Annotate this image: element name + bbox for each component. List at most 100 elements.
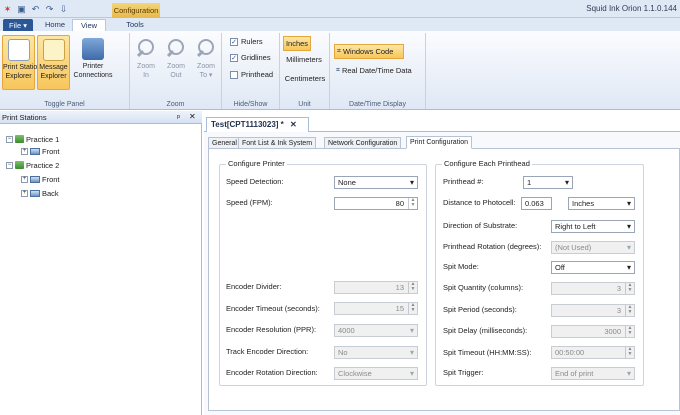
zoom-in-icon <box>135 38 157 60</box>
print-station-explorer-button[interactable]: Print Station Explorer <box>2 35 41 90</box>
app-title: Squid Ink Orion 1.1.0.144 <box>586 4 677 13</box>
distance-unit-select[interactable]: Inches <box>568 197 635 210</box>
encoder-divider-label: Encoder Divider: <box>226 282 282 291</box>
station-icon <box>15 135 24 143</box>
zoom-in-button[interactable]: Zoom In <box>132 35 160 90</box>
printhead-rotation-label: Printhead Rotation (degrees): <box>443 242 542 251</box>
rulers-checkbox[interactable]: ✓ Rulers <box>230 37 263 46</box>
encoder-timeout-input: 15 ▲ ▼ <box>334 302 418 315</box>
tab-view[interactable]: View <box>72 19 106 31</box>
direction-substrate-select[interactable]: Right to Left <box>551 220 635 233</box>
spit-mode-select[interactable]: Off <box>551 261 635 274</box>
tab-tools[interactable]: Tools <box>118 19 152 31</box>
unit-centimeters-button[interactable]: Centimeters <box>283 74 327 83</box>
unit-millimeters-button[interactable]: Millimeters <box>282 55 326 64</box>
configure-printhead-title: Configure Each Printhead <box>442 159 532 168</box>
spit-timeout-input: 00:50:00 ▲ ▼ <box>551 346 635 359</box>
speed-spinner-icon[interactable]: ▲ ▼ <box>408 198 417 209</box>
windows-code-icon: ⌗ <box>337 48 341 55</box>
track-encoder-label: Track Encoder Direction: <box>226 347 309 356</box>
configure-printer-title: Configure Printer <box>226 159 287 168</box>
encoder-resolution-select: 4000 <box>334 324 418 337</box>
printhead-number-select[interactable]: 1 <box>523 176 573 189</box>
zoom-out-button[interactable]: Zoom Out <box>162 35 190 90</box>
tree-node-practice-2-back[interactable]: + Back <box>21 188 59 198</box>
spit-quantity-label: Spit Quantity (columns): <box>443 283 524 292</box>
message-explorer-button[interactable]: Message Explorer <box>37 35 70 90</box>
quick-access-toolbar: ✶ ▣ ↶ ↷ ⇩ <box>2 2 69 16</box>
print-stations-panel <box>0 111 202 415</box>
spit-period-input: 3 ▲ ▼ <box>551 304 635 317</box>
print-stations-header: Print Stations <box>0 111 202 124</box>
save-icon[interactable]: ▣ <box>16 4 27 15</box>
close-panel-icon[interactable]: ✕ <box>189 112 196 121</box>
spit-trigger-select: End of print <box>551 367 635 380</box>
real-date-time-button[interactable]: ⌗ Real Date/Time Data <box>336 66 424 75</box>
group-label-unit: Unit <box>298 101 311 108</box>
unit-inches-button[interactable]: Inches <box>283 36 311 51</box>
rulers-check-icon: ✓ <box>230 37 238 46</box>
printhead-checkbox[interactable]: Printhead <box>230 70 273 79</box>
zoom-to-icon <box>195 38 217 60</box>
group-date-time-display: ⌗ Windows Code ⌗ Real Date/Time Data Date/… <box>330 33 426 109</box>
printer-icon <box>30 175 40 183</box>
spit-timeout-label: Spit Timeout (HH:MM:SS): <box>443 348 532 357</box>
customize-qat-icon[interactable]: ⇩ <box>58 4 69 15</box>
zoom-to-button[interactable]: Zoom To ▾ <box>192 35 220 90</box>
encoder-timeout-label: Encoder Timeout (seconds): <box>226 304 320 313</box>
pin-icon[interactable]: ᵖ <box>177 113 180 122</box>
encoder-timeout-spinner-icon: ▲ ▼ <box>408 303 417 314</box>
encoder-divider-input: 13 ▲ ▼ <box>334 281 418 294</box>
direction-substrate-label: Direction of Substrate: <box>443 221 518 230</box>
network-connections-icon <box>82 38 104 60</box>
group-label-toggle-panel: Toggle Panel <box>44 101 85 108</box>
explorer-panel-icon <box>7 39 30 61</box>
speed-detection-label: Speed Detection: <box>226 177 284 186</box>
spit-period-spinner-icon: ▲ ▼ <box>625 305 634 316</box>
spit-quantity-spinner-icon: ▲ ▼ <box>625 283 634 294</box>
spit-mode-label: Spit Mode: <box>443 262 479 271</box>
speed-detection-select[interactable]: None <box>334 176 418 189</box>
close-document-icon[interactable]: ✕ <box>290 120 297 129</box>
tree-node-practice-2-front[interactable]: + Front <box>21 174 60 184</box>
tree-node-practice-1[interactable]: − Practice 1 <box>6 134 59 144</box>
expand-icon[interactable]: + <box>21 147 28 155</box>
group-unit: Inches Millimeters Centimeters Unit <box>280 33 330 109</box>
distance-photocell-input[interactable]: 0.063 <box>521 197 552 210</box>
app-logo-icon: ✶ <box>3 3 12 14</box>
tab-home[interactable]: Home <box>40 19 70 31</box>
printer-icon <box>30 147 40 155</box>
subtab-print-configuration[interactable]: Print Configuration <box>406 136 472 149</box>
windows-code-button[interactable]: ⌗ Windows Code <box>334 44 404 59</box>
group-zoom: Zoom In Zoom Out Zoom To ▾ Zoom <box>130 33 222 109</box>
encoder-resolution-label: Encoder Resolution (PPR): <box>226 325 317 334</box>
tree-node-practice-2[interactable]: − Practice 2 <box>6 160 59 170</box>
message-document-icon <box>42 39 65 61</box>
zoom-out-icon <box>165 38 187 60</box>
expand-icon[interactable]: + <box>21 175 28 183</box>
collapse-icon[interactable]: − <box>6 135 13 143</box>
collapse-icon[interactable]: − <box>6 161 13 169</box>
track-encoder-select: No <box>334 346 418 359</box>
real-date-icon: ⌗ <box>336 66 340 74</box>
document-tab[interactable]: Test[CPT1113023] * ✕ <box>206 117 309 132</box>
spit-timeout-spinner-icon: ▲ ▼ <box>625 347 634 358</box>
tree-node-practice-1-front[interactable]: + Front <box>21 146 60 156</box>
speed-input[interactable]: 80 ▲ ▼ <box>334 197 418 210</box>
spit-trigger-label: Spit Trigger: <box>443 368 484 377</box>
encoder-rotation-label: Encoder Rotation Direction: <box>226 368 318 377</box>
group-hide-show: ✓ Rulers ✓ Gridlines Printhead Hide/Show <box>222 33 280 109</box>
context-tab-configuration: Configuration <box>112 3 160 18</box>
printhead-check-icon <box>230 70 238 79</box>
printhead-number-label: Printhead #: <box>443 177 484 186</box>
title-bar <box>0 0 680 18</box>
undo-icon[interactable]: ↶ <box>30 4 41 15</box>
redo-icon[interactable]: ↷ <box>44 4 55 15</box>
gridlines-checkbox[interactable]: ✓ Gridlines <box>230 53 271 62</box>
distance-photocell-label: Distance to Photocell: <box>443 198 516 207</box>
spit-delay-spinner-icon: ▲ ▼ <box>625 326 634 337</box>
expand-icon[interactable]: + <box>21 189 28 197</box>
printer-connections-button[interactable]: Printer Connections <box>73 35 113 90</box>
group-label-zoom: Zoom <box>166 101 185 108</box>
spit-period-label: Spit Period (seconds): <box>443 305 517 314</box>
